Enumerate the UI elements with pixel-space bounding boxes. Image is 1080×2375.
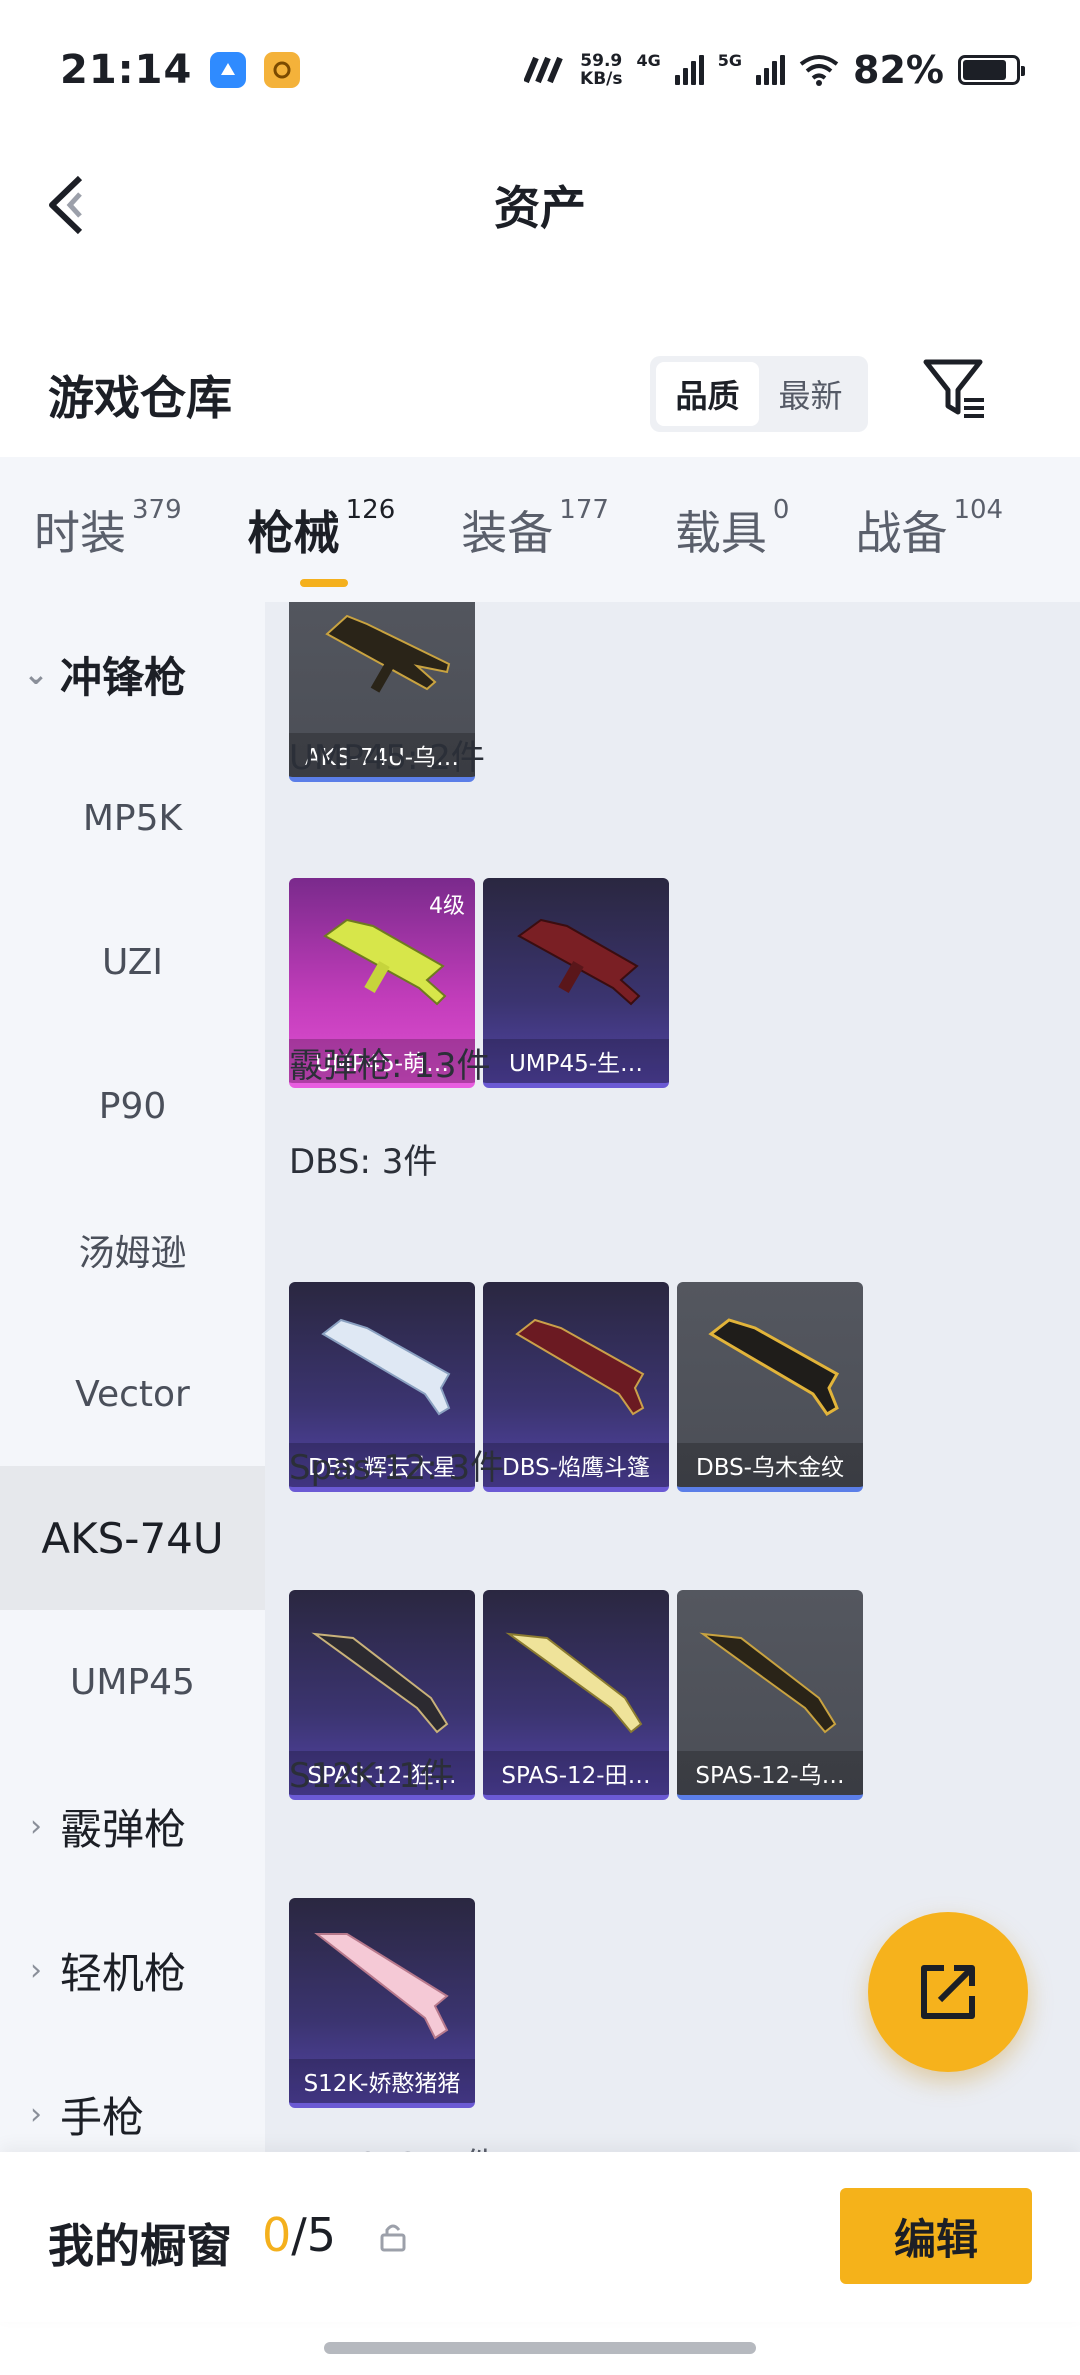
sidebar-item-label: 轻机枪	[60, 1948, 187, 1998]
sidebar-item-aks74u[interactable]: AKS-74U	[0, 1466, 265, 1610]
tab-supplies[interactable]: 战备 104	[855, 494, 1004, 563]
section-title-ump45: UMP45: 2件	[289, 738, 485, 778]
weapon-card-spas12-3[interactable]: SPAS-12-乌…	[677, 1590, 863, 1800]
sidebar-item-uzi[interactable]: UZI	[0, 890, 265, 1034]
weapon-image	[517, 918, 641, 1006]
weapon-image	[321, 1318, 451, 1416]
signal-bars-icon-2	[756, 55, 786, 85]
weapon-image	[699, 1632, 837, 1734]
chevron-right-icon: ›	[30, 1808, 42, 1844]
battery-percent: 82%	[853, 48, 944, 92]
weapon-name: S12K-娇憨猪猪	[289, 2059, 475, 2103]
sort-option-newest[interactable]: 最新	[759, 362, 862, 426]
chevron-right-icon: ›	[30, 2096, 42, 2132]
tab-label: 装备	[461, 505, 554, 560]
weapon-name: UMP45-生…	[483, 1039, 669, 1083]
weapon-name: DBS-焰鹰斗篷	[483, 1443, 669, 1487]
notification-app-icon	[210, 52, 247, 88]
weapon-image	[311, 1632, 449, 1734]
category-tabs: 时装 379 枪械 126 装备 177 载具 0 战备 104	[0, 457, 1080, 602]
showcase-count: 0/5	[262, 2208, 336, 2262]
section-title-s12k: S12K: 1件	[289, 1756, 455, 1796]
wifi-icon	[799, 55, 839, 86]
section-title-aa12g-partial: AA12-G: 4件	[289, 2138, 497, 2152]
weapon-name: DBS-乌木金纹	[677, 1443, 863, 1487]
tab-count: 126	[345, 494, 396, 525]
lock-icon	[380, 2224, 406, 2252]
section-title-shotgun: 霰弹枪: 13件	[289, 1046, 491, 1086]
signal-label-4g: 4G	[636, 50, 661, 70]
showcase-title: 我的橱窗	[48, 2219, 232, 2273]
tab-firearms[interactable]: 枪械 126	[247, 494, 396, 587]
sidebar-group-smg[interactable]: ⌄ 冲锋枪	[0, 602, 265, 746]
sidebar-item-ump45[interactable]: UMP45	[0, 1610, 265, 1754]
warehouse-header: 游戏仓库 品质 最新	[0, 340, 1080, 440]
signal-label-5g: 5G	[717, 50, 743, 70]
weapon-name: SPAS-12-乌…	[677, 1751, 863, 1795]
nav-bar: 资产	[0, 150, 1080, 260]
weapon-card-s12k-1[interactable]: S12K-娇憨猪猪	[289, 1898, 475, 2108]
weapon-image	[325, 614, 451, 693]
weapon-name: SPAS-12-田…	[483, 1751, 669, 1795]
home-indicator[interactable]	[324, 2342, 756, 2354]
warehouse-title: 游戏仓库	[48, 371, 232, 425]
tab-vehicles[interactable]: 载具 0	[674, 494, 790, 563]
edit-button[interactable]: 编辑	[840, 2188, 1032, 2284]
sidebar-item-mp5k[interactable]: MP5K	[0, 746, 265, 890]
weapon-image	[314, 1933, 449, 2040]
chevron-right-icon: ›	[30, 1952, 42, 1988]
showcase-count-current: 0	[262, 2208, 292, 2262]
weapon-card-spas12-2[interactable]: SPAS-12-田…	[483, 1590, 669, 1800]
tab-count: 0	[772, 494, 790, 525]
net-speed-value: 59.9	[580, 51, 623, 71]
tab-count: 379	[132, 494, 182, 525]
tab-label: 战备	[855, 505, 948, 560]
sidebar-group-shotgun[interactable]: › 霰弹枪	[0, 1754, 265, 1898]
battery-icon	[958, 55, 1025, 85]
external-link-icon	[921, 1965, 975, 2019]
net-speed-unit: KB/s	[580, 69, 623, 89]
section-title-dbs: DBS: 3件	[289, 1142, 438, 1182]
nfc-icon	[524, 56, 563, 84]
tab-equipment[interactable]: 装备 177	[461, 494, 609, 563]
signal-bars-icon	[674, 55, 704, 85]
sidebar-group-lmg[interactable]: › 轻机枪	[0, 1898, 265, 2042]
sidebar-item-label: 霰弹枪	[60, 1804, 187, 1854]
sidebar-item-thompson[interactable]: 汤姆逊	[0, 1178, 265, 1322]
weapon-image	[515, 1318, 645, 1416]
sidebar-item-vector[interactable]: Vector	[0, 1322, 265, 1466]
tab-label: 枪械	[247, 505, 340, 560]
tab-count: 104	[953, 494, 1004, 525]
sidebar-item-p90[interactable]: P90	[0, 1034, 265, 1178]
showcase-count-total: /5	[291, 2208, 337, 2262]
showcase-bar: 我的橱窗 0/5 编辑	[0, 2152, 1080, 2322]
section-title-spas12: Spas-12: 3件	[289, 1448, 505, 1488]
back-arrow-icon[interactable]	[40, 172, 100, 238]
status-bar: 21:14 59.9 KB/s 4G 5G 82%	[0, 0, 1080, 140]
weapon-type-sidebar: ⌄ 冲锋枪 MP5K UZI P90 汤姆逊 Vector AKS-74U UMP…	[0, 602, 265, 2152]
filter-icon[interactable]	[920, 352, 990, 422]
sidebar-item-label: 手枪	[60, 2092, 145, 2142]
tab-label: 载具	[674, 505, 767, 560]
tab-label: 时装	[34, 505, 126, 560]
net-speed: 59.9 KB/s	[580, 52, 622, 88]
tab-fashion[interactable]: 时装 379	[34, 494, 182, 563]
sort-toggle: 品质 最新	[650, 356, 868, 432]
sidebar-item-label: 冲锋枪	[60, 652, 187, 702]
chevron-down-icon: ⌄	[23, 656, 49, 692]
weapon-card-ump45-2[interactable]: UMP45-生…	[483, 878, 669, 1088]
weapon-image	[505, 1632, 643, 1734]
sort-option-quality[interactable]: 品质	[656, 362, 759, 426]
notification-app-icon-2	[264, 52, 301, 88]
weapon-image	[708, 1318, 840, 1417]
share-fab-button[interactable]	[868, 1912, 1028, 2072]
weapon-image	[323, 918, 447, 1006]
tab-count: 177	[559, 494, 609, 525]
weapon-card-dbs-2[interactable]: DBS-焰鹰斗篷	[483, 1282, 669, 1492]
page-title: 资产	[494, 181, 586, 235]
weapon-card-dbs-3[interactable]: DBS-乌木金纹	[677, 1282, 863, 1492]
status-time: 21:14	[60, 47, 193, 93]
